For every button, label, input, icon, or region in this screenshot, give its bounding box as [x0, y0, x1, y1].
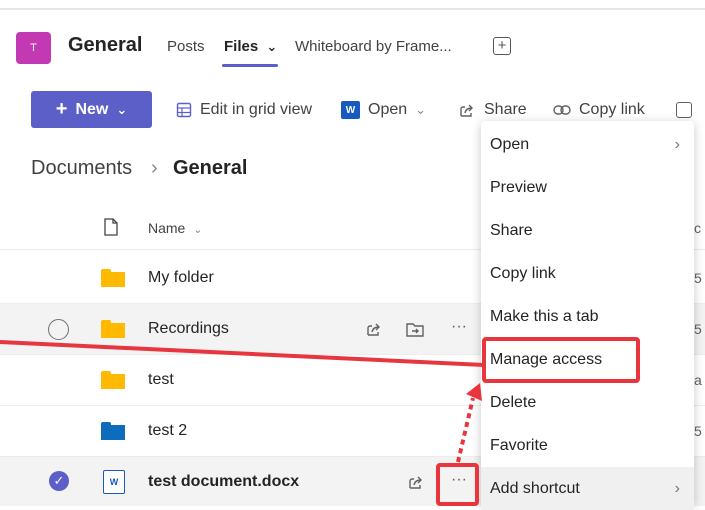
annotation-arrow-line — [0, 340, 485, 367]
annotation-dotted-arrow — [456, 397, 475, 463]
annotation-overlay — [0, 340, 485, 463]
more-options-highlight — [436, 463, 479, 506]
manage-access-highlight — [482, 337, 640, 383]
